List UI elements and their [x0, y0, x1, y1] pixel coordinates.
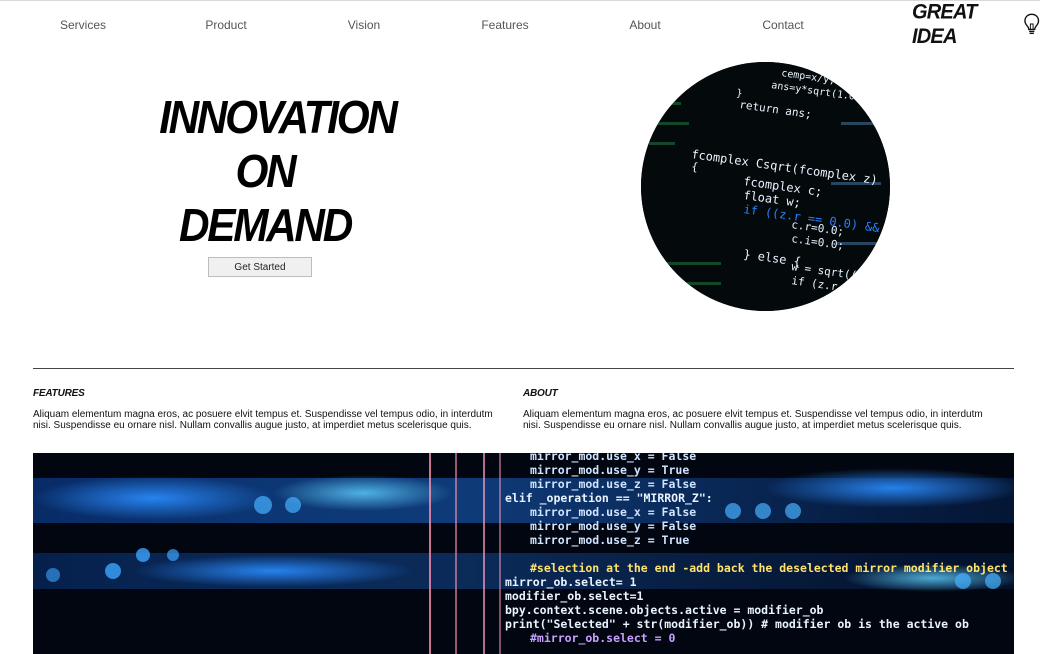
nav-services[interactable]: Services: [60, 18, 106, 32]
banner-code-graphic: mirror_mod.use_x = Falsemirror_mod.use_y…: [33, 453, 1014, 654]
banner-code-line: mirror_mod.use_z = False: [530, 477, 696, 492]
banner-code-line: #selection at the end -add back the dese…: [530, 561, 1008, 575]
hero-title-line-3: DEMAND: [179, 199, 353, 251]
logo-text: GREAT IDEA: [912, 0, 977, 49]
features-heading: FEATURES: [33, 388, 85, 399]
hero-code-image: cemp=x/y; ans=y*sqrt(1.0+temp} return ans;…: [641, 62, 890, 311]
banner-code-line: modifier_ob.select=1: [505, 589, 644, 604]
banner-code-line: mirror_mod.use_x = False: [530, 505, 696, 520]
nav-contact[interactable]: Contact: [762, 18, 803, 32]
section-divider: [33, 368, 1014, 369]
nav-vision[interactable]: Vision: [348, 18, 380, 32]
nav-about[interactable]: About: [629, 18, 660, 32]
banner-code-line: elif _operation == "MIRROR_Z":: [505, 491, 713, 506]
features-section: FEATURES Aliquam elementum magna eros, a…: [33, 388, 513, 431]
about-text: Aliquam elementum magna eros, ac posuere…: [523, 409, 983, 431]
hero-code-graphic: cemp=x/y;ans=y*sqrt(1.0+temp}return ans;…: [641, 62, 890, 311]
banner-code-line: mirror_mod.use_y = True: [530, 463, 689, 478]
banner-code-line: mirror_mod.use_z = True: [530, 533, 689, 548]
banner-code-line: #mirror_ob.select = 0: [530, 631, 675, 646]
top-nav: Services Product Vision Features About C…: [0, 0, 1040, 52]
about-section: ABOUT Aliquam elementum magna eros, ac p…: [523, 388, 1003, 431]
banner-code-line: bpy.context.scene.objects.active = modif…: [505, 603, 824, 618]
nav-product[interactable]: Product: [205, 18, 246, 32]
about-heading: ABOUT: [523, 388, 558, 399]
banner-code-image: mirror_mod.use_x = False mirror_mod.use_y…: [33, 453, 1014, 654]
get-started-button[interactable]: Get Started: [208, 257, 312, 277]
hero-title-line-1: INNOVATION: [159, 91, 398, 143]
lightbulb-icon: [1023, 13, 1039, 35]
logo[interactable]: GREAT IDEA: [912, 1, 1040, 48]
hero-title: INNOVATION ON DEMAND: [159, 90, 398, 252]
banner-code-line: print("Selected" + str(modifier_ob)) # m…: [505, 617, 969, 632]
nav-features[interactable]: Features: [481, 18, 528, 32]
features-text: Aliquam elementum magna eros, ac posuere…: [33, 409, 493, 431]
hero-title-line-2: ON: [235, 145, 297, 197]
banner-code-line: mirror_ob.select= 1: [505, 575, 637, 590]
banner-code-line: mirror_mod.use_y = False: [530, 519, 696, 534]
